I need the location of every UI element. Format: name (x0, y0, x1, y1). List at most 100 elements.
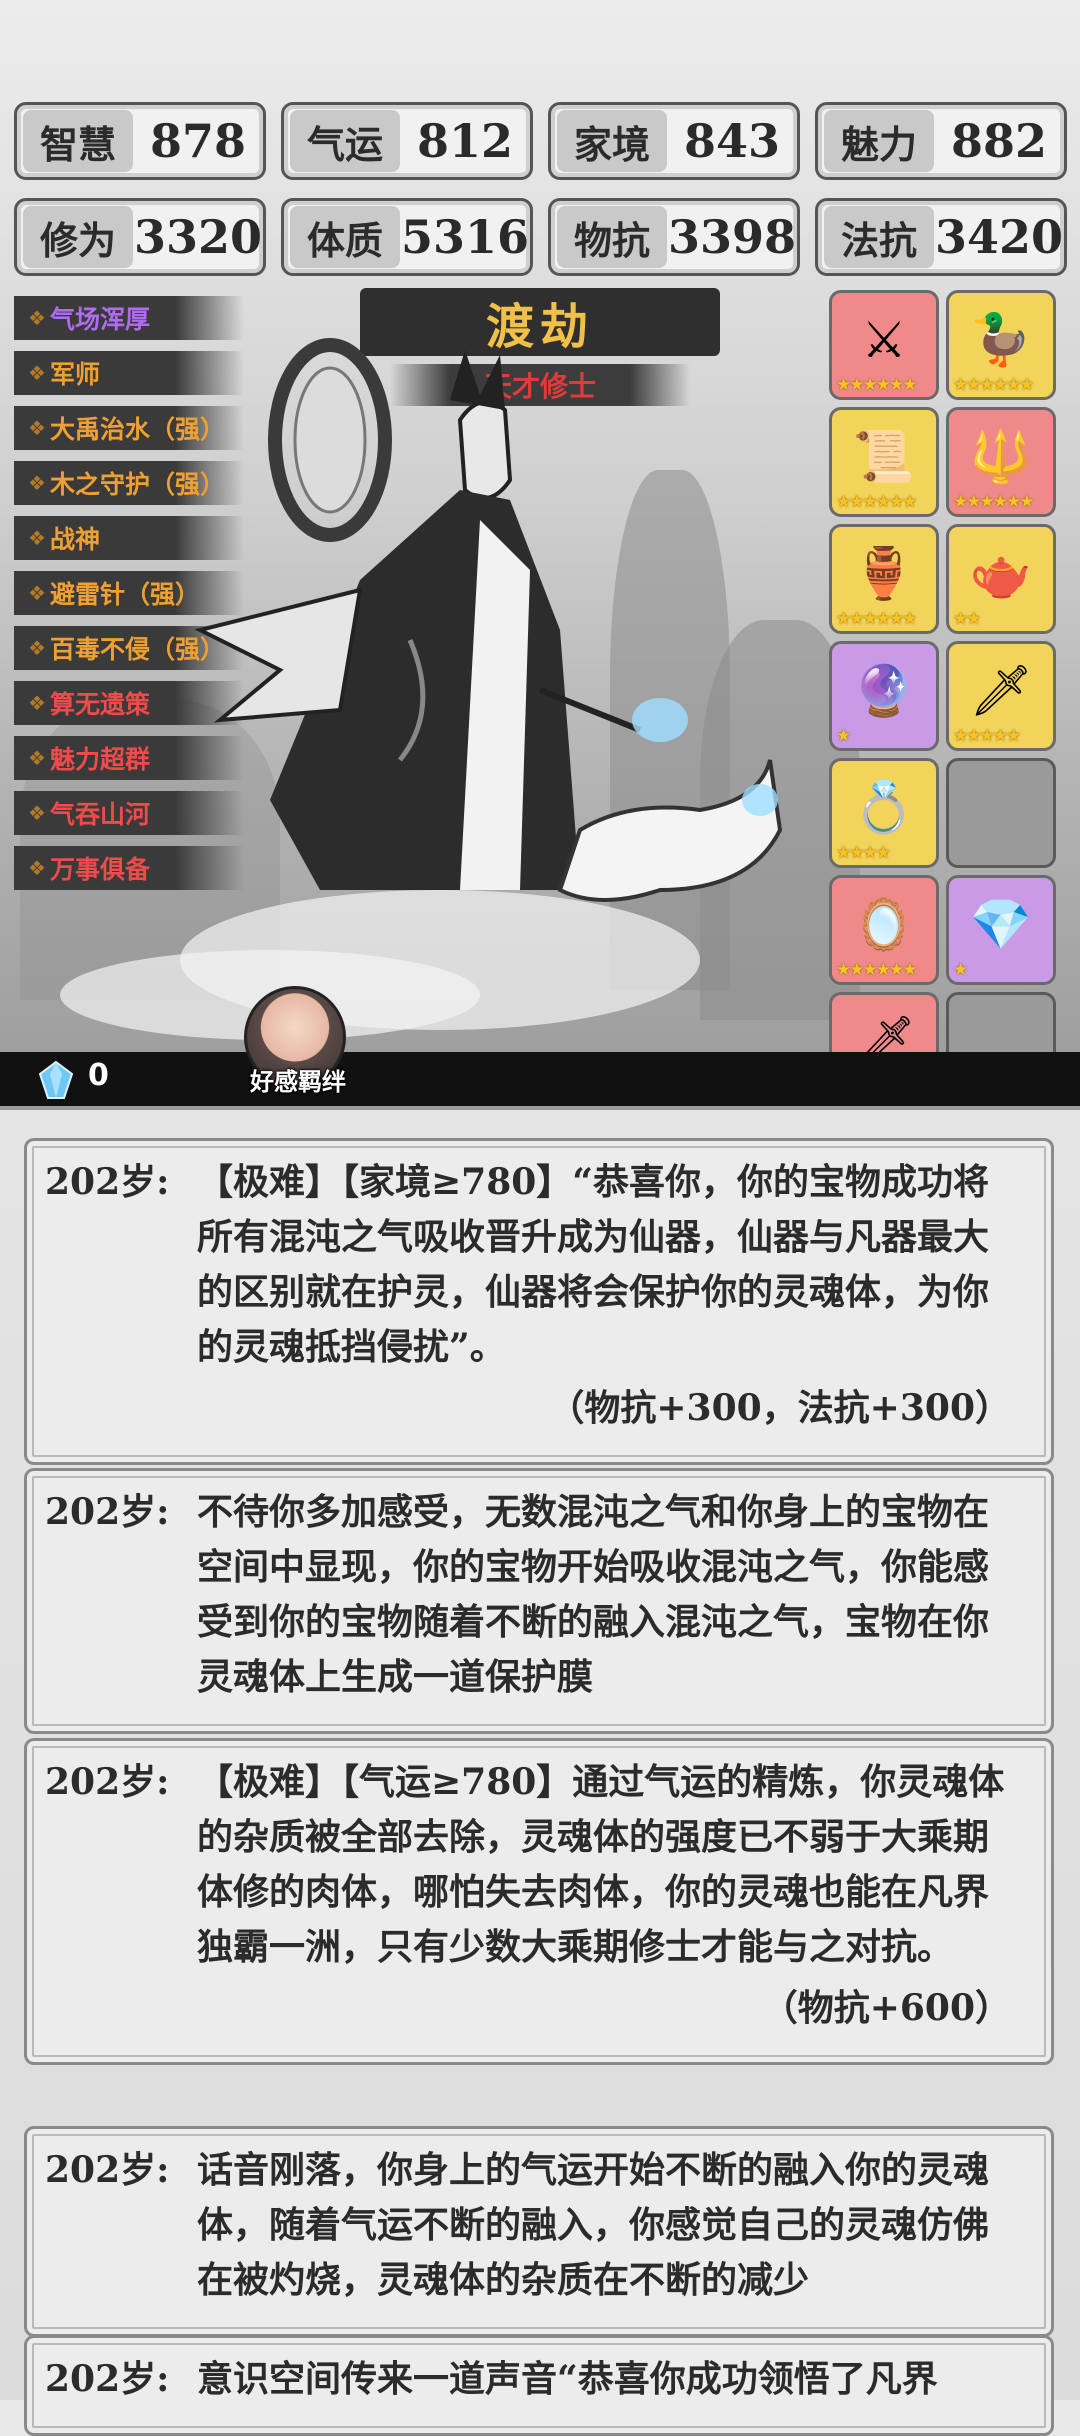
trait-diamond-icon: ❖ (28, 526, 46, 550)
teapot-icon: 🫖 (969, 544, 1033, 603)
star-rating: ★★★★★★ (836, 960, 917, 980)
log-age: 202岁: (45, 2149, 170, 2191)
star-rating: ★ (836, 726, 851, 746)
stat-label: 体质 (290, 206, 400, 268)
duck-vessel-icon: 🦆 (969, 310, 1033, 369)
ring-icon: 💍 (852, 778, 916, 837)
star-rating: ★★ (953, 609, 982, 629)
trait-diamond-icon: ❖ (28, 361, 46, 385)
treasure-slot[interactable]: 🔱 ★★★★★★ (946, 407, 1056, 517)
mirror-icon: 🪞 (852, 895, 916, 954)
trait-label: 算无遗策 (49, 690, 150, 719)
trait-label: 万事俱备 (49, 855, 150, 884)
log-text: 话音刚落，你身上的气运开始不断的融入你的灵魂体，随着气运不断的融入，你感觉自己的… (197, 2149, 990, 2301)
log-text: 【极难】【气运≥780】通过气运的精炼，你灵魂体的杂质被全部去除，灵魂体的强度已… (197, 1761, 1005, 1968)
stat-value: 882 (950, 114, 1048, 168)
game-scene: 智慧 878 气运 812 家境 843 魅力 882 修为 3320 体质 5316 物抗… (0, 0, 1080, 1110)
treasure-slot[interactable]: 🔮 ★ (829, 641, 939, 751)
log-age: 202岁: (45, 2358, 170, 2400)
trait-diamond-icon: ❖ (28, 416, 46, 440)
trait-diamond-icon: ❖ (28, 801, 46, 825)
scene-footer-bar (0, 1052, 1080, 1106)
stat-family: 家境 843 (548, 102, 800, 180)
stat-value: 3420 (934, 210, 1064, 264)
stat-constitution: 体质 5316 (281, 198, 533, 276)
trait-diamond-icon: ❖ (28, 471, 46, 495)
log-age: 202岁: (45, 1491, 170, 1533)
star-rating: ★★★★★★ (953, 375, 1034, 395)
stat-label: 修为 (23, 206, 133, 268)
stat-charm: 魅力 882 (815, 102, 1067, 180)
treasure-slot[interactable]: 🦆 ★★★★★★ (946, 290, 1056, 400)
star-rating: ★★★★★★ (836, 375, 917, 395)
treasure-slot[interactable]: 🏺 ★★★★★★ (829, 524, 939, 634)
treasure-slot[interactable]: 💍 ★★★★ (829, 758, 939, 868)
treasure-slot[interactable]: 💎 ★ (946, 875, 1056, 985)
spear-icon: 🔱 (969, 427, 1033, 486)
log-entry: 202岁: 话音刚落，你身上的气运开始不断的融入你的灵魂体，随着气运不断的融入，你… (24, 2126, 1054, 2337)
log-text: 意识空间传来一道声音“恭喜你成功领悟了凡界 (197, 2358, 938, 2400)
star-rating: ★★★★★★ (836, 609, 917, 629)
stat-wisdom: 智慧 878 (14, 102, 266, 180)
stat-value: 5316 (400, 210, 530, 264)
stat-label: 魅力 (824, 110, 934, 172)
orb-icon: 🔮 (852, 661, 916, 720)
stat-value: 3398 (667, 210, 797, 264)
log-age: 202岁: (45, 1761, 170, 1803)
gem-ring-icon: 💎 (969, 895, 1033, 954)
stat-value: 878 (149, 114, 247, 168)
crystal-count: 0 (88, 1058, 109, 1093)
stat-luck: 气运 812 (281, 102, 533, 180)
log-entry: 202岁: 不待你多加感受，无数混沌之气和你身上的宝物在空间中显现，你的宝物开始吸… (24, 1468, 1054, 1734)
stat-label: 物抗 (557, 206, 667, 268)
trait-diamond-icon: ❖ (28, 691, 46, 715)
stat-magic-resist: 法抗 3420 (815, 198, 1067, 276)
trait-diamond-icon: ❖ (28, 636, 46, 660)
treasure-slot[interactable]: 🪞 ★★★★★★ (829, 875, 939, 985)
stat-value: 843 (683, 114, 781, 168)
log-age: 202岁: (45, 1161, 170, 1203)
trait-label: 魅力超群 (49, 745, 150, 774)
trait-diamond-icon: ❖ (28, 581, 46, 605)
spirit-crystal-icon (38, 1060, 74, 1099)
treasure-slot[interactable]: 🫖 ★★ (946, 524, 1056, 634)
star-rating: ★★★★★★ (836, 492, 917, 512)
stat-label: 法抗 (824, 206, 934, 268)
stat-label: 气运 (290, 110, 400, 172)
treasure-slot[interactable]: 📜 ★★★★★★ (829, 407, 939, 517)
stat-label: 家境 (557, 110, 667, 172)
star-rating: ★★★★★ (953, 726, 1021, 746)
trait-label: 气吞山河 (49, 800, 150, 829)
empty-treasure-slot[interactable] (946, 758, 1056, 868)
log-entry: 202岁: 意识空间传来一道声音“恭喜你成功领悟了凡界 (24, 2335, 1054, 2436)
log-text: 不待你多加感受，无数混沌之气和你身上的宝物在空间中显现，你的宝物开始吸收混沌之气… (197, 1491, 990, 1698)
stat-label: 智慧 (23, 110, 133, 172)
treasure-slot[interactable]: ⚔ ★★★★★★ (829, 290, 939, 400)
star-rating: ★★★★★★ (953, 492, 1034, 512)
log-entry: 202岁: 【极难】【家境≥780】“恭喜你，你的宝物成功将所有混沌之气吸收晋升成… (24, 1138, 1054, 1465)
trait-diamond-icon: ❖ (28, 746, 46, 770)
trait-diamond-icon: ❖ (28, 856, 46, 880)
star-rating: ★ (953, 960, 968, 980)
stat-cultivation: 修为 3320 (14, 198, 266, 276)
star-rating: ★★★★ (836, 843, 891, 863)
trait-label: 气场浑厚 (49, 305, 150, 334)
bond-button-label[interactable]: 好感羁绊 (228, 1062, 368, 1097)
trait-label: 战神 (49, 525, 100, 554)
halberd-icon: ⚔ (861, 310, 907, 369)
stat-value: 812 (416, 114, 514, 168)
life-log[interactable]: 202岁: 【极难】【家境≥780】“恭喜你，你的宝物成功将所有混沌之气吸收晋升成… (0, 1110, 1080, 2436)
log-reward: （物抗+600） (761, 1987, 1011, 2029)
trait-diamond-icon: ❖ (28, 306, 46, 330)
scroll-icon: 📜 (852, 427, 916, 486)
stat-value: 3320 (133, 210, 263, 264)
trait-label: 军师 (49, 360, 100, 389)
log-reward: （物抗+300，法抗+300） (548, 1387, 1011, 1429)
character-illustration (194, 338, 783, 902)
log-text: 【极难】【家境≥780】“恭喜你，你的宝物成功将所有混沌之气吸收晋升成为仙器，仙… (197, 1161, 990, 1368)
log-entry: 202岁: 【极难】【气运≥780】通过气运的精炼，你灵魂体的杂质被全部去除，灵魂… (24, 1738, 1054, 2065)
sword-icon: 🗡 (969, 661, 1033, 720)
cauldron-icon: 🏺 (852, 544, 916, 603)
treasure-slot[interactable]: 🗡 ★★★★★ (946, 641, 1056, 751)
stat-physical-resist: 物抗 3398 (548, 198, 800, 276)
